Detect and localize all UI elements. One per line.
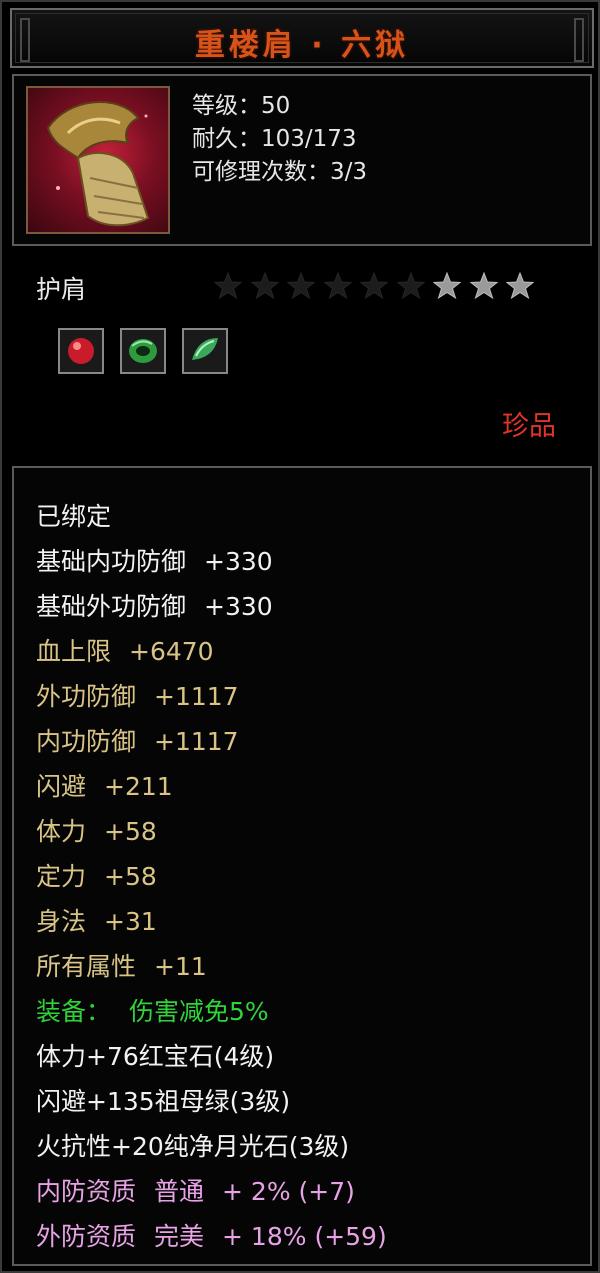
attr-value: +330 <box>204 592 273 621</box>
aptitude-label: 外防资质 <box>36 1222 137 1251</box>
attr-base-inner-def: 基础内功防御 +330 <box>36 539 273 584</box>
attr-label: 血上限 <box>36 637 112 666</box>
attr-value: +330 <box>204 547 273 576</box>
attr-value: +11 <box>154 952 207 981</box>
aptitude-value: + 18% (+59) <box>222 1222 387 1251</box>
aptitude-outer: 外防资质 完美 + 18% (+59) <box>36 1214 387 1259</box>
attr-label: 基础内功防御 <box>36 547 187 576</box>
ruby-gem-icon[interactable] <box>58 328 104 374</box>
attr-outer-def: 外功防御 +1117 <box>36 674 239 719</box>
attr-label: 基础外功防御 <box>36 592 187 621</box>
attr-label: 闪避 <box>36 772 87 801</box>
attr-value: +6470 <box>129 637 214 666</box>
attr-value: +58 <box>104 862 157 891</box>
emerald-gem-icon[interactable] <box>120 328 166 374</box>
durability-label: 耐久： <box>192 126 261 152</box>
attr-label: 内功防御 <box>36 727 137 756</box>
aptitude-value: + 2% (+7) <box>222 1177 355 1206</box>
durability-value: 103/173 <box>261 126 357 152</box>
gem-bonus-1: 体力+76红宝石(4级) <box>36 1042 275 1071</box>
aptitude-grade: 完美 <box>154 1222 205 1251</box>
star-empty-icon <box>359 271 389 300</box>
repair-row: 可修理次数：3/3 <box>192 156 367 189</box>
aptitude-inner: 内防资质 普通 + 2% (+7) <box>36 1169 355 1214</box>
item-title: 重楼肩 · 六狱 <box>194 28 410 63</box>
attr-value: +31 <box>104 907 157 936</box>
attr-hp-max: 血上限 +6470 <box>36 629 214 674</box>
star-empty-icon <box>286 271 316 300</box>
item-meta: 护肩 珍品 <box>2 254 600 464</box>
attr-focus: 定力 +58 <box>36 854 157 899</box>
star-empty-icon <box>396 271 425 300</box>
attr-all: 所有属性 +11 <box>36 944 207 989</box>
equip-effect: 装备： 伤害减免5% <box>36 989 269 1034</box>
bound-status: 已绑定 <box>36 502 112 531</box>
star-empty-icon <box>213 271 243 300</box>
attr-base-outer-def: 基础外功防御 +330 <box>36 584 273 629</box>
item-stats: 等级：50 耐久：103/173 可修理次数：3/3 <box>192 90 367 189</box>
title-bar: 重楼肩 · 六狱 <box>10 8 594 68</box>
quality-label: 珍品 <box>502 411 556 442</box>
attribute-panel: 已绑定 基础内功防御 +330 基础外功防御 +330 血上限 +6470 外功防御 +… <box>12 466 592 1266</box>
level-label: 等级： <box>192 93 261 119</box>
attr-label: 体力 <box>36 817 87 846</box>
attr-inner-def: 内功防御 +1117 <box>36 719 239 764</box>
gem-bonus-2: 闪避+135祖母绿(3级) <box>36 1087 291 1116</box>
attr-label: 外功防御 <box>36 682 137 711</box>
aptitude-grade: 普通 <box>154 1177 205 1206</box>
item-tooltip: 重楼肩 · 六狱 等级：50 耐久：103/173 可修理次数：3/3 护肩 珍… <box>0 0 600 1273</box>
durability-row: 耐久：103/173 <box>192 123 367 156</box>
attr-value: +211 <box>104 772 173 801</box>
golden-pauldron-icon <box>26 86 170 234</box>
star-filled-icon <box>432 271 462 300</box>
equip-value: 伤害减免5% <box>129 997 269 1026</box>
attr-value: +1117 <box>154 682 239 711</box>
attr-value: +1117 <box>154 727 239 756</box>
aptitude-label: 内防资质 <box>36 1177 137 1206</box>
attr-label: 定力 <box>36 862 87 891</box>
item-type: 护肩 <box>36 275 87 304</box>
repair-value: 3/3 <box>330 159 368 185</box>
star-empty-icon <box>323 271 352 300</box>
moonstone-gem-icon[interactable] <box>182 328 228 374</box>
attr-stamina: 体力 +58 <box>36 809 157 854</box>
level-row: 等级：50 <box>192 90 367 123</box>
equip-label: 装备： <box>36 997 112 1026</box>
item-header-panel: 等级：50 耐久：103/173 可修理次数：3/3 <box>12 74 592 246</box>
star-filled-icon <box>469 271 498 300</box>
star-filled-icon <box>505 271 535 300</box>
attr-value: +58 <box>104 817 157 846</box>
attr-agility: 身法 +31 <box>36 899 157 944</box>
star-empty-icon <box>250 271 279 300</box>
level-value: 50 <box>261 93 291 119</box>
gem-bonus-3: 火抗性+20纯净月光石(3级) <box>36 1132 350 1161</box>
attr-label: 身法 <box>36 907 87 936</box>
attr-dodge: 闪避 +211 <box>36 764 173 809</box>
attr-label: 所有属性 <box>36 952 137 981</box>
repair-label: 可修理次数： <box>192 159 330 185</box>
